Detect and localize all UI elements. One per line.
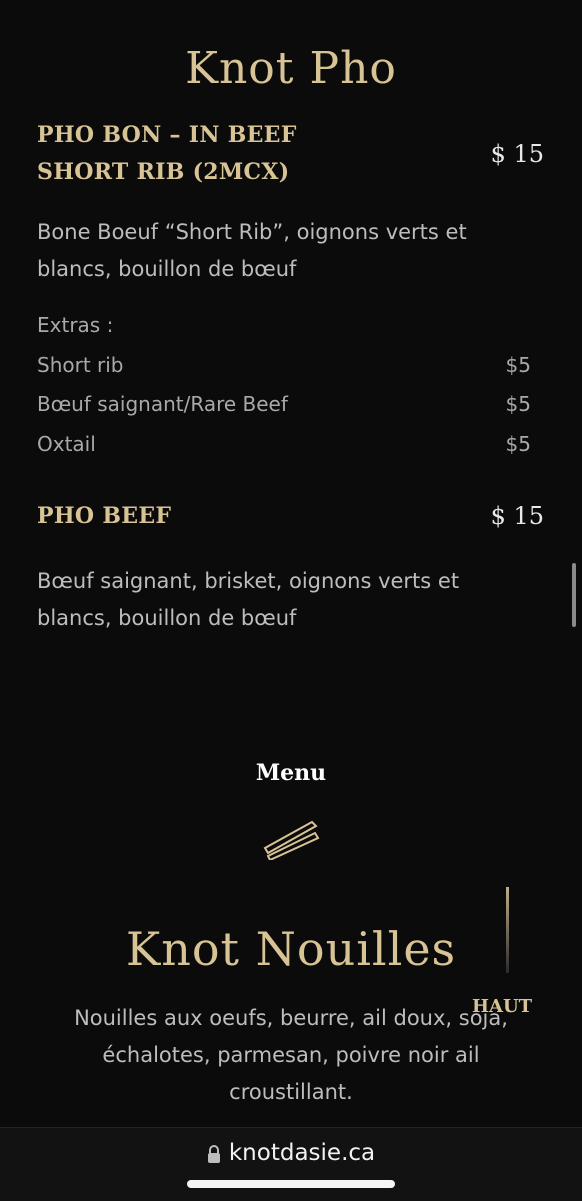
back-to-top-button[interactable]: HAUT (472, 996, 532, 1017)
lock-icon (207, 1144, 220, 1163)
extra-price: $5 (505, 352, 531, 377)
menu-item-name: PHO BON – IN BEEF SHORT RIB (2MCX) (37, 122, 297, 185)
extra-name: Short rib (37, 352, 124, 377)
extra-row: Bœuf saignant/Rare Beef $5 (37, 385, 531, 425)
menu-item-name: PHO BEEF (37, 503, 172, 529)
extra-name: Bœuf saignant/Rare Beef (37, 392, 288, 416)
url-field[interactable]: knotdasie.ca (0, 1140, 582, 1166)
menu-item-price: $ 15 (490, 140, 544, 168)
menu-link[interactable]: Menu (0, 760, 582, 786)
url-text: knotdasie.ca (228, 1140, 376, 1166)
section-title-knot-nouilles: Knot Nouilles (125, 922, 457, 977)
extra-price: $5 (505, 431, 531, 456)
menu-item-description: Bone Boeuf “Short Rib”, oignons verts et… (37, 220, 467, 281)
menu-item-price: $ 15 (490, 502, 544, 530)
menu-item-header: PHO BON – IN BEEF SHORT RIB (2MCX) $ 15 (37, 117, 544, 191)
extras-list: Extras : Short rib $5 Bœuf saignant/Rare… (37, 306, 531, 464)
scrollbar[interactable] (572, 563, 576, 627)
extras-label: Extras : (37, 313, 114, 337)
extra-name: Oxtail (37, 431, 96, 456)
chopsticks-icon (263, 820, 320, 860)
menu-item-header: PHO BEEF $ 15 (37, 498, 544, 535)
extra-price: $5 (505, 392, 531, 416)
section-description: Nouilles aux oeufs, beurre, ail doux, so… (74, 1006, 508, 1104)
extra-row: Short rib $5 (37, 346, 531, 386)
section-title-knot-pho: Knot Pho (185, 43, 397, 95)
extras-label-row: Extras : (37, 306, 531, 346)
browser-address-bar: knotdasie.ca (0, 1127, 582, 1201)
extra-row: Oxtail $5 (37, 425, 531, 465)
back-to-top-line[interactable] (506, 887, 509, 973)
home-indicator[interactable] (187, 1180, 395, 1188)
menu-item-description: Bœuf saignant, brisket, oignons verts et… (37, 569, 460, 630)
